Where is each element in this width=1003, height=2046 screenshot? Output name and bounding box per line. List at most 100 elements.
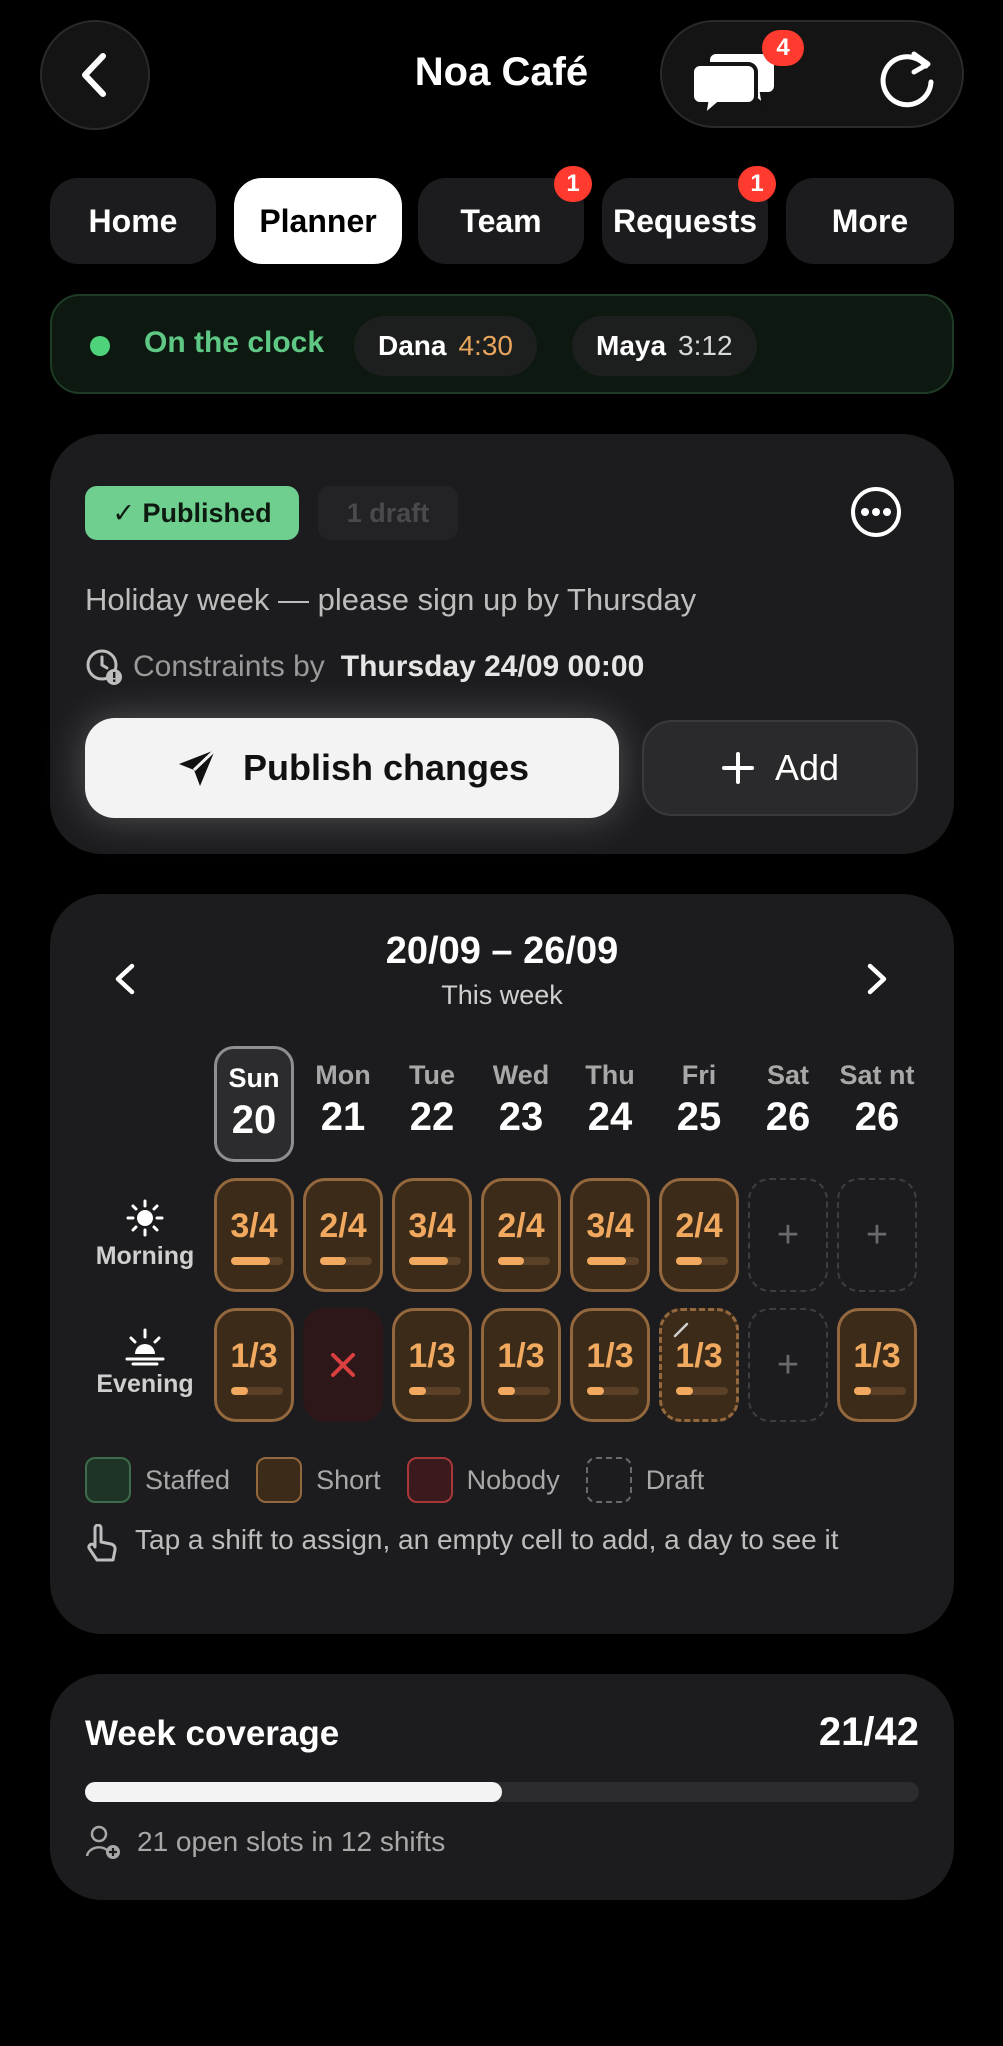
tab-requests[interactable]: Requests 1 [602, 166, 776, 264]
shift-cell[interactable]: 1/3 [570, 1308, 650, 1422]
shift-fill-bar [498, 1257, 550, 1265]
more-options-icon[interactable] [850, 486, 902, 538]
empty-shift-cell[interactable]: + [748, 1178, 828, 1292]
shift-fill [676, 1257, 702, 1265]
clocked-in-pill[interactable]: Maya 3:12 [572, 316, 757, 376]
shift-fill-bar [676, 1387, 728, 1395]
day-number: 24 [587, 1095, 633, 1139]
shift-count: 3/4 [230, 1207, 278, 1245]
shift-count: 3/4 [586, 1207, 634, 1245]
schedule-status-card: ✓ Published 1 draft Holiday week — pleas… [50, 434, 954, 854]
constraints-label: Constraints by [133, 650, 325, 683]
legend-label: Staffed [145, 1464, 231, 1495]
shift-count: 2/4 [497, 1207, 545, 1245]
tab-more[interactable]: More [786, 178, 954, 264]
shift-count: 3/4 [408, 1207, 456, 1245]
shift-count: 1/3 [230, 1337, 278, 1375]
legend-staffed: Staffed [85, 1457, 230, 1503]
empty-shift-cell[interactable]: + [837, 1178, 917, 1292]
day-name: Mon [315, 1060, 371, 1090]
shift-fill-bar [409, 1257, 461, 1265]
hint-text: Tap a shift to assign, an empty cell to … [135, 1524, 839, 1555]
shift-cell[interactable]: 1/3 [392, 1308, 472, 1422]
shift-cell[interactable]: 2/4 [481, 1178, 561, 1292]
shift-count: 1/3 [853, 1337, 901, 1375]
shift-count: 1/3 [408, 1337, 456, 1375]
shift-fill [854, 1387, 872, 1395]
unstaffed-shift-cell[interactable] [303, 1308, 383, 1422]
draft-shift-cell[interactable]: 1/3 [659, 1308, 739, 1422]
day-header[interactable]: Tue 22 [392, 1046, 472, 1162]
shift-cell[interactable]: 3/4 [570, 1178, 650, 1292]
notification-badge: 1 [554, 166, 592, 202]
shift-fill [231, 1387, 249, 1395]
day-header[interactable]: Mon 21 [303, 1046, 383, 1162]
tab-label: Requests [612, 202, 758, 239]
tab-planner[interactable]: Planner [234, 178, 402, 264]
clocked-in-pill[interactable]: Dana 4:30 [354, 316, 537, 376]
shift-cell[interactable]: 1/3 [214, 1308, 294, 1422]
next-week-icon[interactable] [862, 954, 892, 1004]
coverage-note-text: 21 open slots in 12 shifts [137, 1826, 446, 1857]
chat-button[interactable]: 4 [662, 22, 822, 130]
day-header[interactable]: Sun 20 [214, 1046, 294, 1162]
day-header[interactable]: Sat nt 26 [837, 1046, 917, 1162]
coverage-value: 21/42 [818, 1710, 919, 1754]
shift-fill-bar [231, 1387, 283, 1395]
tab-home[interactable]: Home [50, 178, 216, 264]
shift-fill-bar [587, 1257, 639, 1265]
shift-fill-bar [231, 1257, 283, 1265]
tab-team[interactable]: Team 1 [418, 166, 592, 264]
add-shift-icon: + [776, 1213, 800, 1256]
add-shift-icon: + [865, 1213, 889, 1256]
shift-cell[interactable]: 2/4 [303, 1178, 383, 1292]
tab-label: Team [460, 202, 542, 239]
day-name: Sat [766, 1060, 810, 1090]
shift-cell[interactable]: 3/4 [392, 1178, 472, 1292]
coverage-note: 21 open slots in 12 shifts [85, 1824, 445, 1860]
day-number: 25 [676, 1095, 722, 1139]
day-header[interactable]: Thu 24 [570, 1046, 650, 1162]
day-number: 22 [409, 1095, 455, 1139]
shift-fill [320, 1257, 346, 1265]
refresh-icon[interactable] [874, 46, 940, 112]
coverage-progress-fill [85, 1782, 502, 1802]
legend: Staffed Short Nobody Draft [85, 1456, 730, 1504]
shift-fill [231, 1257, 270, 1265]
day-name: Wed [492, 1060, 550, 1090]
coverage-progress-bar [85, 1782, 919, 1802]
day-name: Tue [409, 1060, 455, 1090]
shift-cell[interactable]: 3/4 [214, 1178, 294, 1292]
empty-shift-cell[interactable]: + [748, 1308, 828, 1422]
add-shift-icon: + [776, 1343, 800, 1386]
constraints-value: Thursday 24/09 00:00 [340, 650, 645, 683]
row-label-text: Morning [95, 1242, 195, 1270]
shift-fill [587, 1387, 605, 1395]
clock-alert-icon [86, 649, 122, 685]
shift-fill-bar [854, 1387, 906, 1395]
day-header[interactable]: Wed 23 [481, 1046, 561, 1162]
day-name: Fri [681, 1060, 717, 1090]
day-number: 26 [765, 1095, 811, 1139]
employee-name: Dana [378, 330, 447, 361]
shift-cell[interactable]: 1/3 [481, 1308, 561, 1422]
close-icon [331, 1353, 355, 1377]
shift-fill-bar [320, 1257, 372, 1265]
shift-cell[interactable]: 1/3 [837, 1308, 917, 1422]
header-actions: 4 [660, 20, 964, 128]
tap-hand-icon [87, 1524, 117, 1562]
day-header[interactable]: Fri 25 [659, 1046, 739, 1162]
add-button[interactable]: Add [642, 720, 918, 816]
legend-short: Short [256, 1457, 381, 1503]
planner-hint: Tap a shift to assign, an empty cell to … [85, 1520, 905, 1564]
day-header[interactable]: Sat 26 [748, 1046, 828, 1162]
shift-fill-bar [409, 1387, 461, 1395]
legend-swatch [85, 1457, 131, 1503]
publish-changes-button[interactable]: Publish changes [85, 718, 619, 818]
week-coverage-card: Week coverage 21/42 21 open slots in 12 … [50, 1674, 954, 1900]
day-number: 21 [320, 1095, 366, 1139]
shift-fill-bar [587, 1387, 639, 1395]
shift-cell[interactable]: 2/4 [659, 1178, 739, 1292]
plus-icon [721, 752, 754, 784]
employee-name: Maya [596, 330, 667, 361]
